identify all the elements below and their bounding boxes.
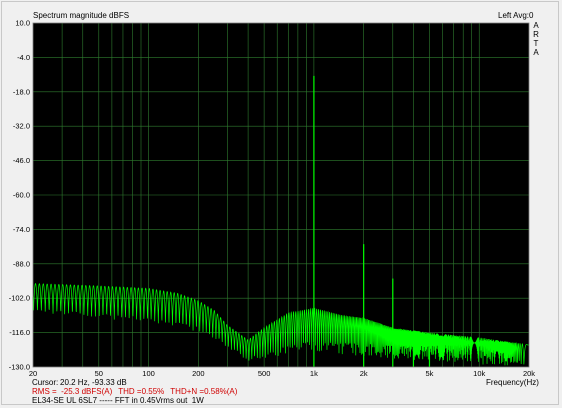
y-tick-label: -18.0 (13, 87, 30, 96)
y-tick-label: -102.0 (9, 294, 30, 303)
x-tick-label: 100 (142, 369, 155, 378)
y-tick-label: -130.0 (9, 363, 30, 372)
y-tick-label: -32.0 (13, 122, 30, 131)
y-tick-label: -4.0 (17, 53, 30, 62)
thd-value: THD =0.55% (118, 387, 165, 396)
spectrum-plot[interactable]: 10.0 -4.0 -18.0 -32.0 -46.0 -60.0 -74.0 -88.0 -1… (0, 0, 562, 408)
x-tick-label: 200 (192, 369, 205, 378)
cursor-label: Cursor: (32, 378, 59, 387)
x-tick-label: 10k (473, 369, 485, 378)
cursor-readout: Cursor: 20.2 Hz, -93.33 dB (32, 378, 127, 387)
y-tick-label: -88.0 (13, 259, 30, 268)
x-axis-label: Frequency(Hz) (486, 378, 539, 387)
x-tick-label: 50 (95, 369, 103, 378)
thdn-value: THD+N =0.58%(A) (170, 387, 238, 396)
y-tick-label: 10.0 (15, 19, 30, 28)
x-tick-label: 5k (425, 369, 433, 378)
measurement-description: EL34-SE UL 6SL7 ----- FFT in 0.45Vrms ou… (32, 396, 204, 405)
x-tick-label: 500 (258, 369, 271, 378)
y-tick-label: -60.0 (13, 191, 30, 200)
y-tick-label: -46.0 (13, 156, 30, 165)
x-tick-label: 1k (310, 369, 318, 378)
y-tick-label: -116.0 (9, 328, 30, 337)
rms-value: RMS = -25.3 dBFS(A) (32, 387, 113, 396)
measurement-readout: RMS = -25.3 dBFS(A) THD =0.55% THD+N =0.58… (32, 387, 243, 396)
y-tick-label: -74.0 (13, 225, 30, 234)
x-tick-label: 2k (360, 369, 368, 378)
x-tick-label: 20 (29, 369, 37, 378)
x-tick-label: 20k (523, 369, 535, 378)
cursor-value: 20.2 Hz, -93.33 dB (60, 378, 127, 387)
